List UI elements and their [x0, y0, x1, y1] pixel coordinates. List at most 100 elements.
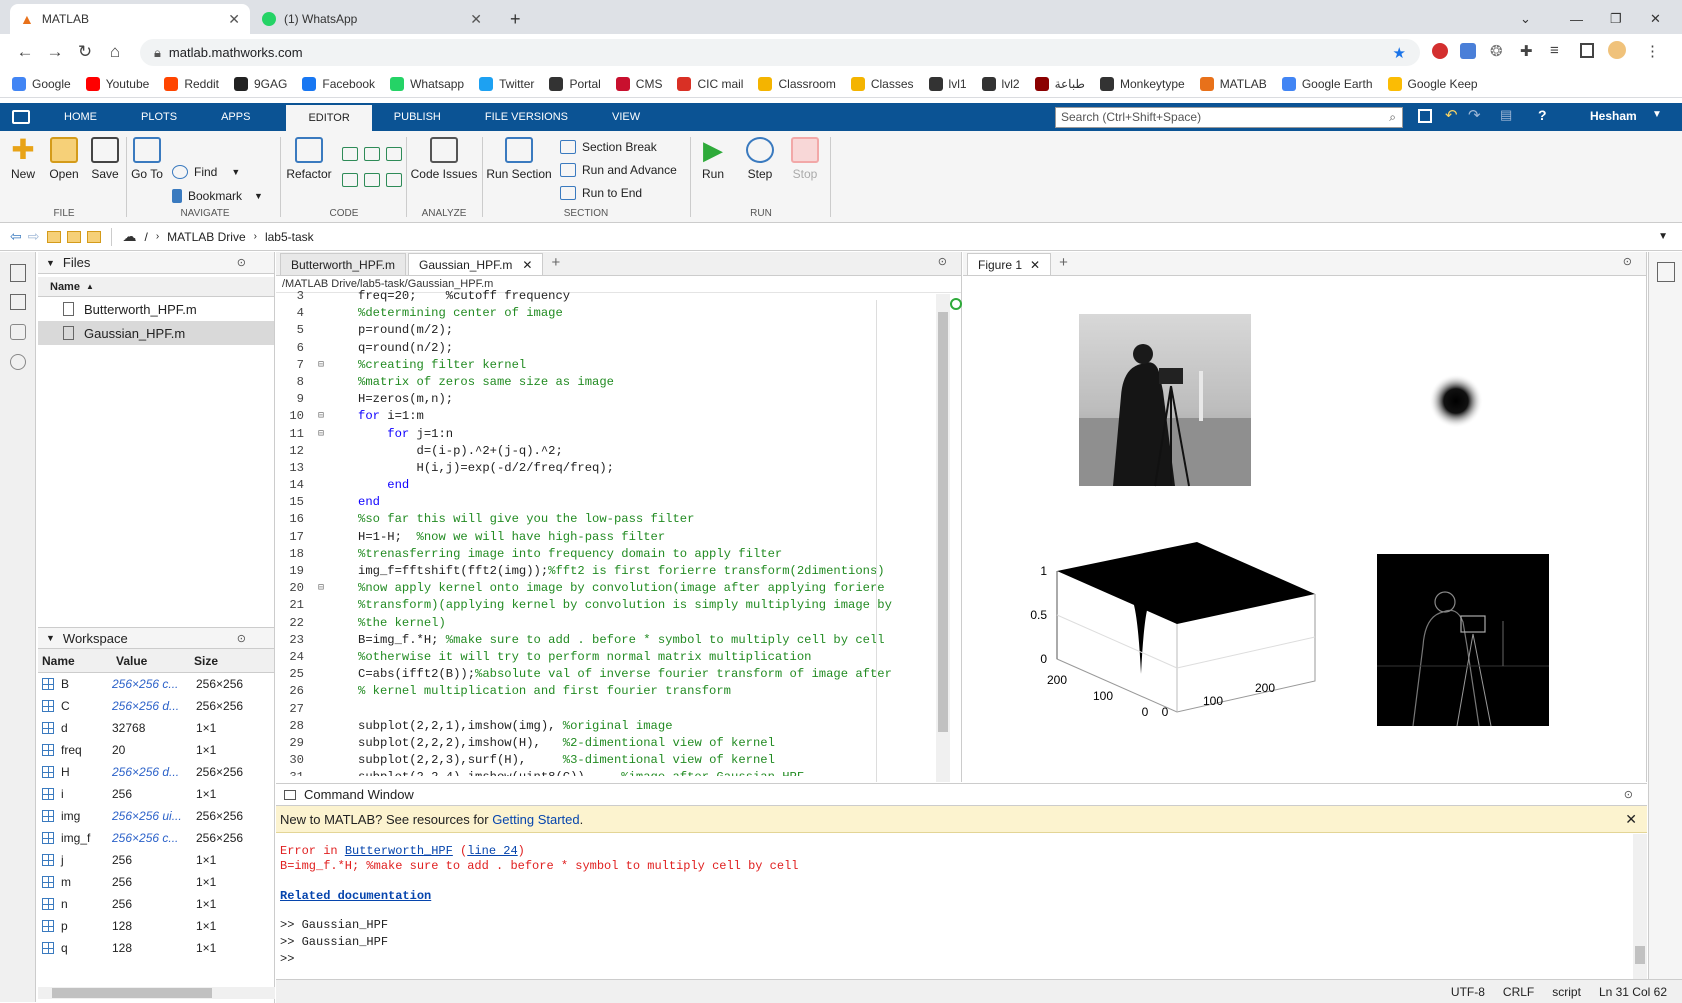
home-icon[interactable]: ⌂ [100, 42, 130, 62]
bookmark-star-icon[interactable]: ★ [1393, 44, 1406, 62]
adblock-icon[interactable] [1432, 43, 1448, 59]
bookmark-9[interactable]: CIC mail [677, 76, 743, 91]
code-issues-button[interactable]: Code Issues [410, 131, 478, 181]
code-line[interactable]: 5 p=round(m/2); [276, 322, 936, 339]
fold-icon[interactable]: ⊟ [310, 357, 332, 374]
command-scrollbar[interactable] [1633, 834, 1647, 980]
tab-publish[interactable]: PUBLISH [372, 103, 463, 131]
save-quick-icon[interactable] [1418, 109, 1432, 123]
run-to-end-button[interactable]: Run to End [560, 186, 642, 200]
back-folder-icon[interactable]: ⇦ [10, 228, 22, 245]
folder-settings-icon[interactable] [87, 230, 102, 243]
bookmark-2[interactable]: Reddit [164, 76, 219, 91]
url-input[interactable]: 🔒︎ matlab.mathworks.com ★ [140, 39, 1420, 66]
code-line[interactable]: 4 %determining center of image [276, 305, 936, 322]
code-tools-grid[interactable] [342, 147, 408, 161]
files-panel-icon[interactable] [10, 264, 26, 282]
editor-tab-gaussian[interactable]: Gaussian_HPF.m ✕ [408, 253, 544, 275]
workspace-panel-icon[interactable] [10, 294, 26, 310]
path-matlab-drive[interactable]: MATLAB Drive [167, 230, 245, 244]
run-section-button[interactable]: Run Section [486, 131, 552, 181]
sidepanel-icon[interactable] [1580, 43, 1594, 58]
code-line[interactable]: 15 end [276, 494, 936, 511]
new-editor-tab-icon[interactable]: + [551, 254, 560, 271]
status-file-type[interactable]: script [1552, 985, 1581, 999]
bookmark-16[interactable]: MATLAB [1199, 76, 1267, 91]
figure-canvas[interactable]: 1 0.5 0 200 100 0 0 100 200 [963, 276, 1647, 782]
browse-folder-icon[interactable] [67, 230, 82, 243]
related-documentation-link[interactable]: Related documentation [280, 889, 431, 903]
collapse-icon[interactable]: ▼ [46, 633, 55, 643]
browser-tab-whatsapp[interactable]: (1) WhatsApp ✕ [252, 4, 492, 34]
close-tab-icon[interactable]: ✕ [228, 11, 240, 28]
code-tools-grid-2[interactable] [342, 173, 408, 187]
tab-plots[interactable]: PLOTS [119, 103, 199, 131]
editor-tab-butterworth[interactable]: Butterworth_HPF.m [280, 253, 407, 275]
matlab-app-icon[interactable] [0, 103, 42, 131]
new-tab-button[interactable]: + [500, 4, 531, 34]
tab-home[interactable]: HOME [42, 103, 119, 131]
editor-scrollbar[interactable] [936, 294, 950, 782]
bookmark-12[interactable]: lvl1 [928, 76, 967, 91]
workspace-row[interactable]: i 256 1×1 [38, 783, 274, 805]
media-icon[interactable]: ≡ [1550, 42, 1559, 59]
new-button[interactable]: ✚ New [6, 131, 40, 182]
code-line[interactable]: 7 ⊟ %creating filter kernel [276, 357, 936, 374]
goto-button[interactable]: Go To [130, 131, 164, 181]
horizontal-scrollbar[interactable] [38, 987, 275, 999]
bookmark-11[interactable]: Classes [850, 76, 914, 91]
collapse-icon[interactable]: ▼ [46, 258, 55, 268]
code-line[interactable]: 23 B=img_f.*H; %make sure to add . before… [276, 632, 936, 649]
close-banner-icon[interactable]: ✕ [1625, 806, 1637, 833]
code-line[interactable]: 10 ⊟ for i=1:m [276, 408, 936, 425]
tab-file-versions[interactable]: FILE VERSIONS [463, 103, 590, 131]
close-tab-icon[interactable]: ✕ [470, 11, 482, 28]
code-line[interactable]: 14 end [276, 477, 936, 494]
user-dropdown-icon[interactable]: ▼ [1652, 109, 1662, 120]
code-line[interactable]: 12 d=(i-p).^2+(j-q).^2; [276, 443, 936, 460]
code-line[interactable]: 25 C=abs(ifft2(B));%absolute val of inver… [276, 666, 936, 683]
bookmark-10[interactable]: Classroom [758, 76, 836, 91]
workspace-row[interactable]: B 256×256 c... 256×256 [38, 673, 274, 695]
tab-editor[interactable]: EDITOR [286, 105, 372, 131]
code-line[interactable]: 27 [276, 701, 936, 718]
details-panel-icon[interactable] [10, 324, 26, 340]
bookmark-18[interactable]: Google Keep [1387, 76, 1478, 91]
code-line[interactable]: 30 subplot(2,2,3),surf(H), %3-dimentional… [276, 752, 936, 769]
bookmark-3[interactable]: 9GAG [234, 76, 287, 91]
workspace-row[interactable]: j 256 1×1 [38, 849, 274, 871]
undo-icon[interactable]: ↶ [1445, 106, 1458, 124]
bookmark-14[interactable]: طباعة [1034, 76, 1085, 91]
code-area[interactable]: 3 freq=20; %cutoff frequency 4 %determining… [276, 288, 936, 776]
workspace-row[interactable]: n 256 1×1 [38, 893, 274, 915]
workspace-row[interactable]: q 128 1×1 [38, 937, 274, 959]
refactor-button[interactable]: Refactor [284, 131, 334, 181]
code-line[interactable]: 22 %the kernel) [276, 615, 936, 632]
stop-button[interactable]: Stop [788, 131, 822, 181]
bookmark-15[interactable]: Monkeytype [1099, 76, 1185, 91]
browser-tab-matlab[interactable]: ▲ MATLAB ✕ [10, 4, 250, 34]
bookmark-8[interactable]: CMS [615, 76, 662, 91]
tab-view[interactable]: VIEW [590, 103, 662, 131]
code-line[interactable]: 9 H=zeros(m,n); [276, 391, 936, 408]
file-item[interactable]: Gaussian_HPF.m [38, 321, 274, 345]
bookmark-17[interactable]: Google Earth [1281, 76, 1373, 91]
code-line[interactable]: 11 ⊟ for j=1:n [276, 426, 936, 443]
bookmark-7[interactable]: Portal [549, 76, 601, 91]
ws-size-header[interactable]: Size [194, 654, 218, 668]
path-dropdown-icon[interactable]: ▼ [1658, 231, 1668, 242]
open-button[interactable]: Open [46, 131, 82, 181]
error-line-link[interactable]: line 24 [467, 844, 517, 858]
bookmark-13[interactable]: lvl2 [981, 76, 1020, 91]
save-button[interactable]: Save [88, 131, 122, 181]
extension-icon[interactable]: ❂ [1490, 42, 1503, 60]
code-line[interactable]: 20 ⊟ %now apply kernel onto image by convo… [276, 580, 936, 597]
forward-folder-icon[interactable]: ⇨ [28, 228, 40, 245]
forward-icon[interactable]: → [40, 42, 70, 62]
code-line[interactable]: 18 %trenasferring image into frequency do… [276, 546, 936, 563]
redo-icon[interactable]: ↷ [1468, 106, 1481, 124]
code-line[interactable]: 6 q=round(n/2); [276, 340, 936, 357]
workspace-row[interactable]: d 32768 1×1 [38, 717, 274, 739]
bookmark-5[interactable]: Whatsapp [390, 76, 464, 91]
code-analyzer-ok-icon[interactable] [950, 298, 962, 310]
